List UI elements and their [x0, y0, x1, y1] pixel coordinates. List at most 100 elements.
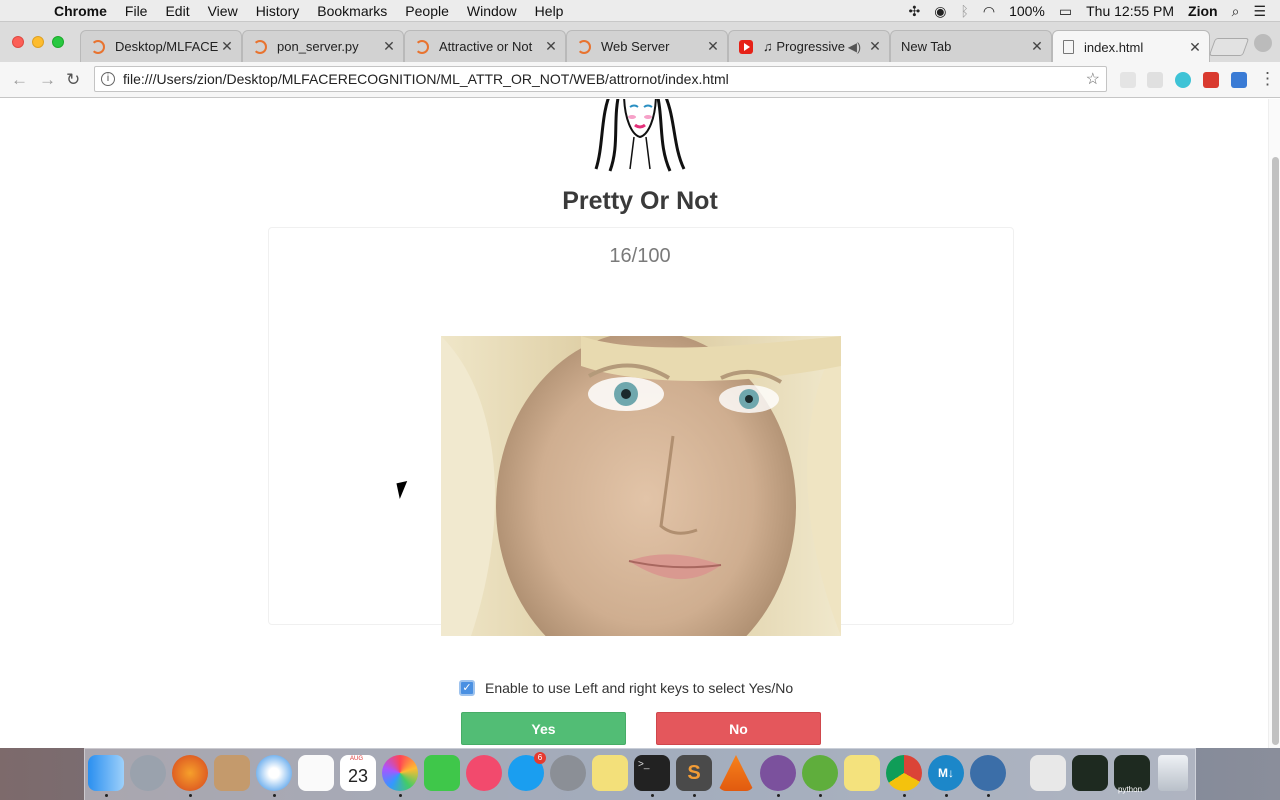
reload-icon[interactable]: ↻ — [66, 70, 80, 90]
notification-center-icon[interactable]: ☰ — [1253, 3, 1266, 20]
utorrent-icon[interactable] — [802, 755, 838, 791]
clock[interactable]: Thu 12:55 PM — [1086, 3, 1174, 19]
yes-button[interactable]: Yes — [461, 712, 626, 745]
page-viewport: Pretty Or Not 16/100 ✓ Enable to use Lef… — [0, 99, 1280, 748]
new-tab-button[interactable] — [1208, 38, 1250, 56]
keyboard-toggle[interactable]: ✓ Enable to use Left and right keys to s… — [459, 679, 793, 697]
menu-help[interactable]: Help — [535, 3, 564, 19]
chrome-icon[interactable] — [886, 755, 922, 791]
bookmark-star-icon[interactable]: ☆ — [1086, 69, 1100, 89]
menu-bookmarks[interactable]: Bookmarks — [317, 3, 387, 19]
terminal-icon[interactable]: >_ — [634, 755, 670, 791]
chrome-menu-icon[interactable]: ⋮ — [1259, 69, 1276, 89]
photos-icon[interactable] — [382, 755, 418, 791]
extension-youtube-icon[interactable] — [1203, 72, 1219, 88]
facetime-icon[interactable] — [424, 755, 460, 791]
battery-icon[interactable]: ▭ — [1059, 3, 1072, 20]
close-tab-icon[interactable]: ✕ — [219, 38, 235, 55]
downloads-stack-icon[interactable] — [1030, 755, 1066, 791]
extension-react-icon[interactable] — [1175, 72, 1191, 88]
loading-icon — [415, 39, 429, 54]
browser-toolbar: ← → ↻ i file:///Users/zion/Desktop/MLFAC… — [0, 62, 1280, 98]
python-thumb-label: python — [1118, 785, 1143, 794]
running-indicator — [777, 794, 780, 797]
fan-control-icon[interactable]: ✣ — [908, 3, 920, 20]
running-indicator — [273, 794, 276, 797]
markdown-editor-icon[interactable]: M↓ — [928, 755, 964, 791]
menu-app-name[interactable]: Chrome — [54, 3, 107, 19]
forward-arrow-icon[interactable]: → — [39, 70, 56, 90]
minimize-window-button[interactable] — [32, 36, 44, 48]
menu-window[interactable]: Window — [467, 3, 517, 19]
extension-person-icon[interactable] — [1147, 72, 1163, 88]
proxy-app-icon[interactable] — [970, 755, 1006, 791]
system-preferences-icon[interactable] — [550, 755, 586, 791]
contacts-icon[interactable] — [214, 755, 250, 791]
tab-new-tab[interactable]: New Tab ✕ — [890, 30, 1052, 62]
tab-pon-server[interactable]: pon_server.py ✕ — [242, 30, 404, 62]
tab-desktop-mlfacer[interactable]: Desktop/MLFACER ✕ — [80, 30, 242, 62]
extension-puzzle-icon[interactable] — [1120, 72, 1136, 88]
safari-icon[interactable] — [256, 755, 292, 791]
firefox-icon[interactable] — [172, 755, 208, 791]
woman-face-logo-icon — [594, 99, 686, 172]
screen-record-icon[interactable]: ◉ — [934, 3, 946, 20]
reminders-icon[interactable] — [298, 755, 334, 791]
progress-counter: 16/100 — [609, 245, 671, 267]
calendar-day: 23 — [347, 766, 369, 786]
close-tab-icon[interactable]: ✕ — [867, 38, 883, 55]
terminal-window-thumb[interactable] — [1072, 755, 1108, 791]
site-info-icon[interactable]: i — [101, 72, 115, 86]
profile-avatar-icon[interactable] — [1254, 34, 1272, 52]
user-name[interactable]: Zion — [1188, 3, 1218, 19]
close-tab-icon[interactable]: ✕ — [1187, 39, 1203, 56]
tab-attractive-or-not[interactable]: Attractive or Not ✕ — [404, 30, 566, 62]
close-tab-icon[interactable]: ✕ — [1029, 38, 1045, 55]
menu-history[interactable]: History — [256, 3, 300, 19]
loading-icon — [577, 39, 591, 54]
finder-icon[interactable] — [88, 755, 124, 791]
menu-file[interactable]: File — [125, 3, 148, 19]
zoom-window-button[interactable] — [52, 36, 64, 48]
tab-index-html[interactable]: index.html ✕ — [1052, 30, 1210, 63]
close-window-button[interactable] — [12, 36, 24, 48]
browser-window: Desktop/MLFACER ✕ pon_server.py ✕ Attrac… — [0, 22, 1280, 748]
scrollbar-thumb[interactable] — [1272, 157, 1279, 745]
spotlight-search-icon[interactable]: ⌕ — [1232, 3, 1240, 20]
no-button[interactable]: No — [656, 712, 821, 745]
document-icon — [1063, 40, 1074, 54]
viber-icon[interactable] — [760, 755, 796, 791]
battery-percent: 100% — [1009, 3, 1045, 19]
audio-playing-icon[interactable]: ◀) — [848, 40, 861, 54]
launchpad-icon[interactable] — [130, 755, 166, 791]
tab-strip: Desktop/MLFACER ✕ pon_server.py ✕ Attrac… — [0, 22, 1280, 63]
address-bar-url[interactable]: file:///Users/zion/Desktop/MLFACERECOGNI… — [123, 71, 729, 87]
bluetooth-icon[interactable]: ᛒ — [960, 3, 968, 19]
extension-save-icon[interactable] — [1231, 72, 1247, 88]
page-title: Pretty Or Not — [562, 187, 718, 215]
youtube-icon — [739, 39, 753, 54]
trash-icon[interactable] — [1158, 755, 1188, 791]
close-tab-icon[interactable]: ✕ — [543, 38, 559, 55]
page-scrollbar[interactable] — [1268, 99, 1280, 748]
menu-people[interactable]: People — [405, 3, 449, 19]
itunes-icon[interactable] — [466, 755, 502, 791]
face-photo — [441, 336, 841, 636]
menu-edit[interactable]: Edit — [165, 3, 189, 19]
tab-web-server[interactable]: Web Server ✕ — [566, 30, 728, 62]
close-tab-icon[interactable]: ✕ — [381, 38, 397, 55]
running-indicator — [189, 794, 192, 797]
keyboard-toggle-checkbox[interactable]: ✓ — [459, 680, 475, 696]
stickies-icon[interactable] — [844, 755, 880, 791]
back-arrow-icon[interactable]: ← — [11, 70, 28, 90]
keyboard-toggle-label[interactable]: Enable to use Left and right keys to sel… — [485, 680, 793, 696]
close-tab-icon[interactable]: ✕ — [705, 38, 721, 55]
wifi-icon[interactable]: ◠ — [983, 3, 995, 20]
menu-view[interactable]: View — [208, 3, 238, 19]
running-indicator — [819, 794, 822, 797]
notes-icon[interactable] — [592, 755, 628, 791]
sublime-text-icon[interactable]: S — [676, 755, 712, 791]
address-bar[interactable]: i file:///Users/zion/Desktop/MLFACERECOG… — [94, 66, 1107, 92]
tab-progressive[interactable]: ♫ Progressive T ◀) ✕ — [728, 30, 890, 62]
running-indicator — [903, 794, 906, 797]
